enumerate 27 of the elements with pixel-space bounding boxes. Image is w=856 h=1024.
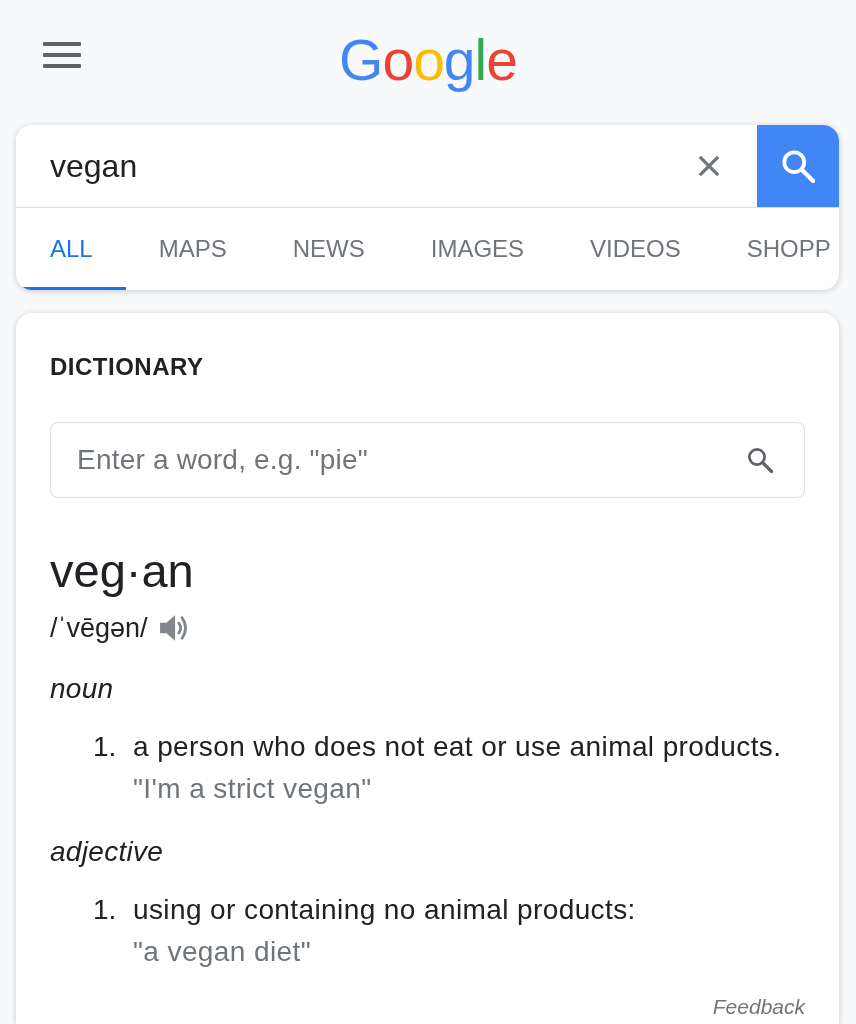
part-of-speech: adjective <box>50 835 164 869</box>
feedback-link[interactable]: Feedback <box>712 995 805 1019</box>
search-button[interactable] <box>757 125 839 207</box>
speaker-icon[interactable] <box>158 613 189 643</box>
search-icon[interactable] <box>747 447 773 473</box>
example-sentence: "I'm a strict vegan" <box>133 772 372 806</box>
search-box[interactable]: vegan ALL MAPS NEWS IMAGES VIDEOS SHOPP <box>16 125 839 290</box>
tab[interactable]: ALL <box>16 208 126 290</box>
example-sentence: "a vegan diet" <box>133 935 312 969</box>
tab[interactable]: SHOPP <box>713 208 839 290</box>
search-field[interactable]: vegan <box>16 125 682 207</box>
tab[interactable]: NEWS <box>259 208 398 290</box>
close-icon[interactable] <box>698 155 720 177</box>
definition-text: using or containing no animal products: <box>133 893 636 927</box>
pronunciation: /ˈvēgən/ <box>50 612 148 644</box>
definition-number: 1. <box>93 893 118 927</box>
section-heading: DICTIONARY <box>50 353 204 381</box>
headword: veg·an <box>50 543 194 599</box>
definition-number: 1. <box>93 730 118 764</box>
search-icon <box>781 149 815 183</box>
tab[interactable]: MAPS <box>125 208 260 290</box>
tab[interactable]: IMAGES <box>397 208 558 290</box>
menu-icon[interactable] <box>43 42 81 68</box>
tab[interactable]: VIDEOS <box>557 208 714 290</box>
definition-text: a person who does not eat or use animal products. <box>133 730 782 764</box>
part-of-speech: noun <box>50 672 114 706</box>
word-search-field[interactable]: Enter a word, e.g. "pie" <box>50 422 805 498</box>
